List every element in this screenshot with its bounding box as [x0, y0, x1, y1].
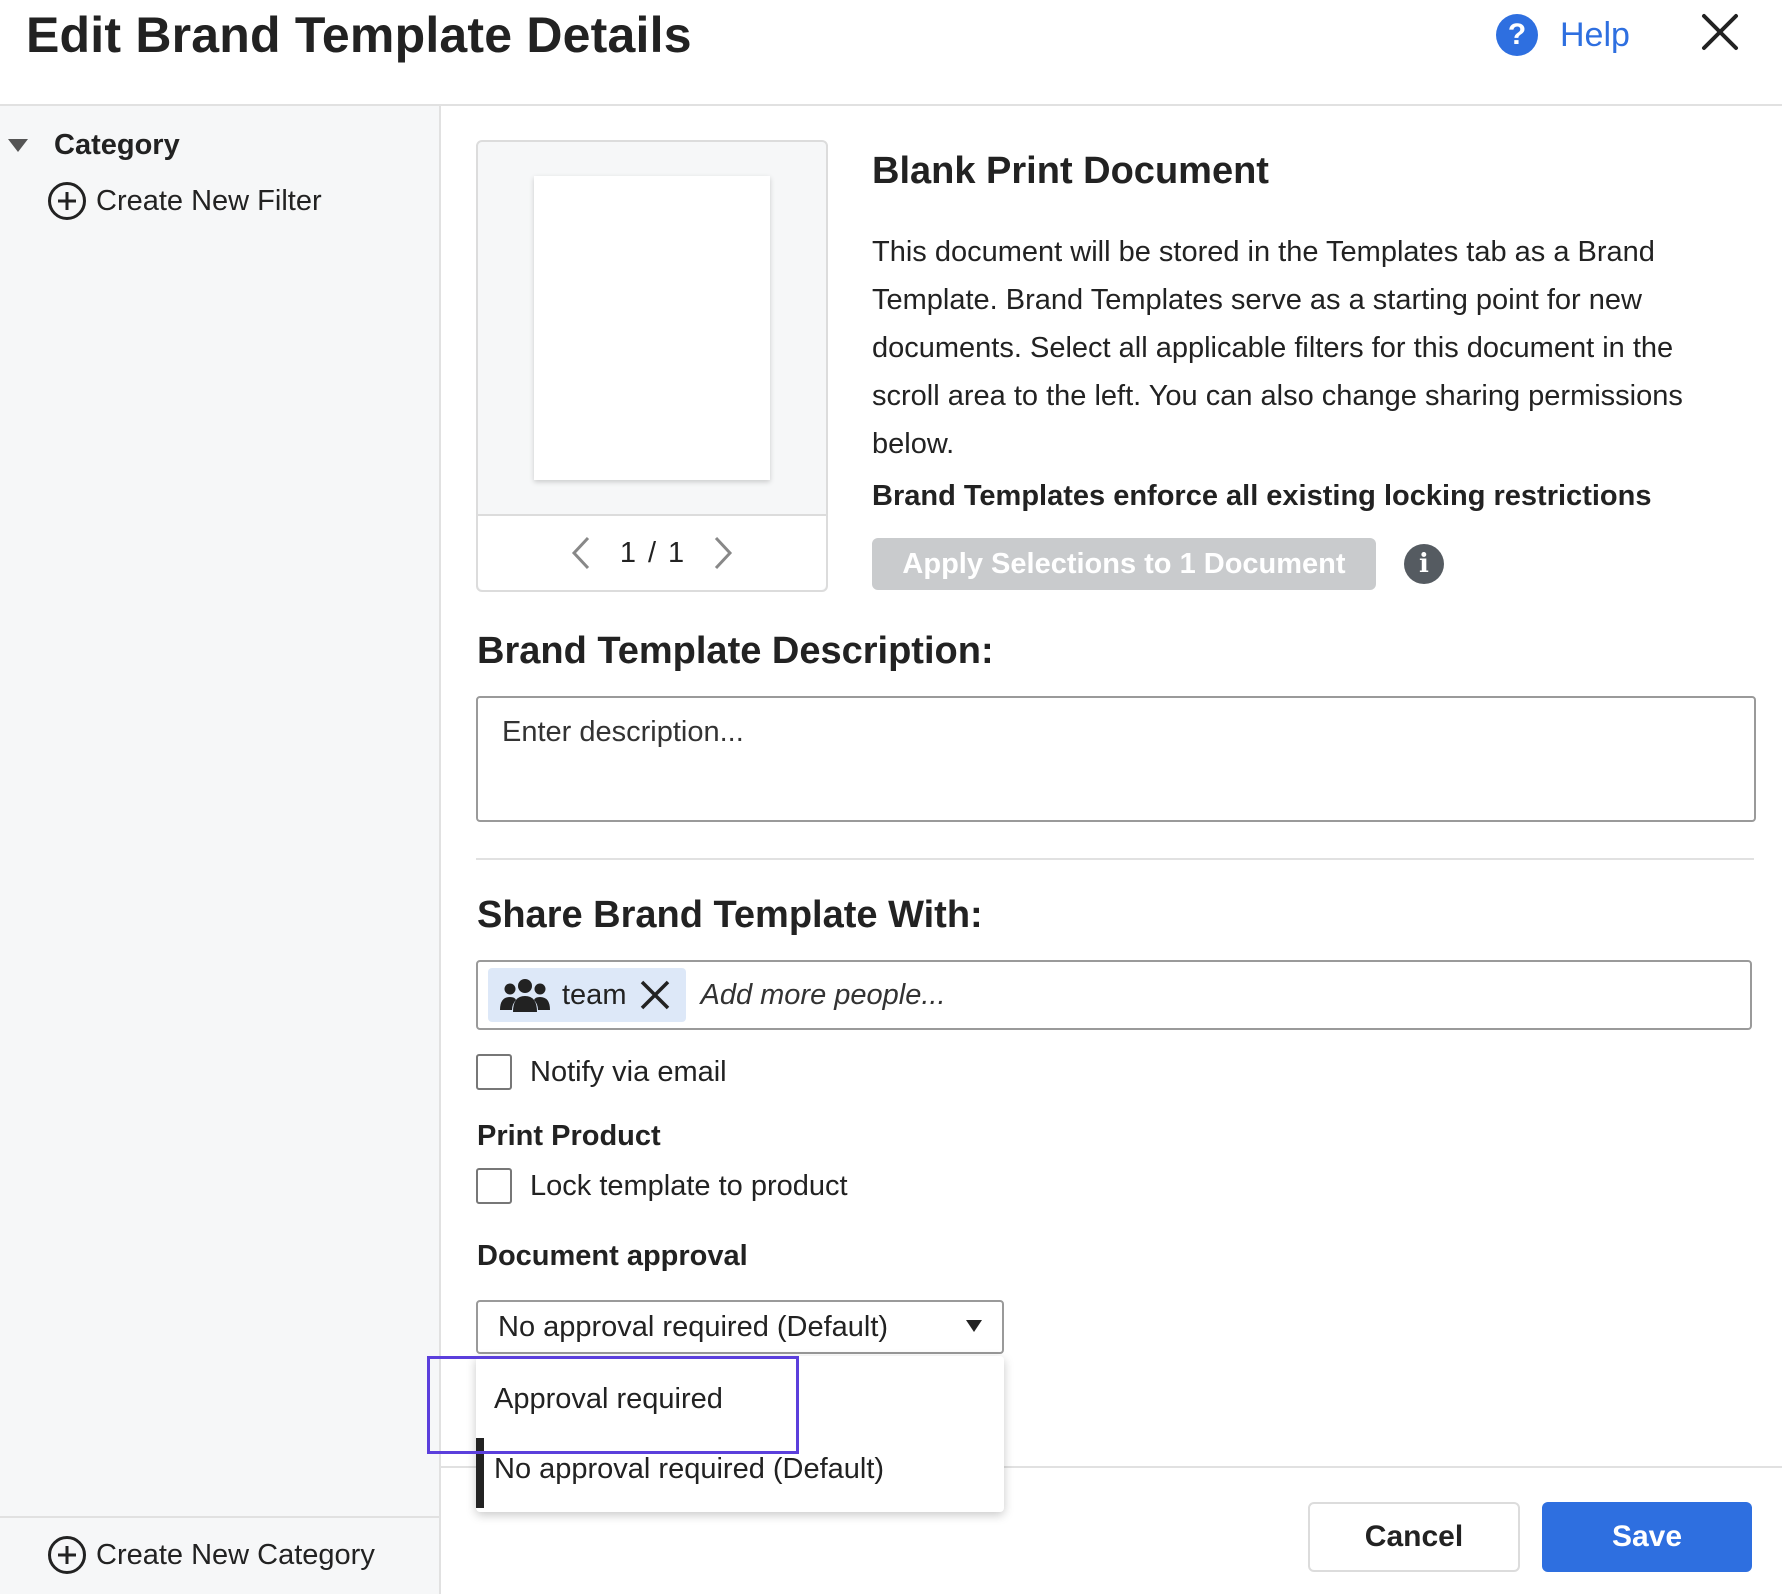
page-navigator: 1 / 1	[478, 514, 826, 590]
close-icon[interactable]	[1700, 10, 1740, 54]
checkbox-box[interactable]	[476, 1168, 512, 1204]
caret-down-icon	[8, 138, 28, 152]
document-approval-heading: Document approval	[477, 1240, 748, 1272]
plus-circle-icon	[48, 182, 86, 220]
document-preview: 1 / 1	[476, 140, 828, 592]
approval-selected-value: No approval required (Default)	[498, 1310, 889, 1343]
page-counter: 1 / 1	[620, 537, 684, 570]
section-divider	[476, 858, 1754, 860]
page-current: 1	[619, 536, 636, 569]
document-description: This document will be stored in the Temp…	[872, 236, 1683, 460]
locking-note: Brand Templates enforce all existing loc…	[872, 480, 1652, 512]
notify-email-label: Notify via email	[530, 1055, 727, 1088]
chevron-left-icon[interactable]	[570, 535, 592, 571]
option-approval-required[interactable]: Approval required	[476, 1364, 1004, 1434]
approval-select[interactable]: No approval required (Default)	[476, 1300, 1004, 1354]
dialog-header: Edit Brand Template Details ? Help	[0, 0, 1782, 106]
save-button[interactable]: Save	[1542, 1502, 1752, 1572]
description-textarea[interactable]: Enter description...	[476, 696, 1756, 822]
create-filter-label: Create New Filter	[96, 184, 322, 217]
cancel-button[interactable]: Cancel	[1308, 1502, 1520, 1572]
dialog-title: Edit Brand Template Details	[26, 7, 692, 63]
share-heading: Share Brand Template With:	[477, 894, 983, 936]
category-label: Category	[54, 128, 180, 161]
page-separator: /	[647, 536, 657, 569]
print-product-heading: Print Product	[477, 1120, 661, 1152]
caret-down-icon	[966, 1320, 982, 1332]
create-new-category-button[interactable]: Create New Category	[48, 1536, 375, 1574]
category-toggle[interactable]: Category	[8, 122, 180, 168]
share-chip-team: team	[488, 968, 687, 1022]
help-link[interactable]: ? Help	[1496, 12, 1630, 58]
lock-to-product-label: Lock template to product	[530, 1169, 848, 1202]
apply-selections-button[interactable]: Apply Selections to 1 Document	[872, 538, 1376, 590]
question-circle-icon: ?	[1496, 14, 1538, 56]
filter-sidebar: Category Create New Filter Create New Ca…	[0, 106, 441, 1594]
lock-to-product-checkbox[interactable]: Lock template to product	[476, 1168, 848, 1204]
create-new-filter-button[interactable]: Create New Filter	[48, 182, 322, 220]
share-people-input[interactable]: team Add more people...	[476, 960, 1752, 1030]
remove-chip-icon[interactable]	[638, 978, 672, 1012]
approval-dropdown-menu: Approval required No approval required (…	[476, 1356, 1004, 1512]
plus-circle-icon	[48, 1536, 86, 1574]
sidebar-footer: Create New Category	[0, 1516, 439, 1594]
edit-brand-template-dialog: Edit Brand Template Details ? Help Categ…	[0, 0, 1782, 1594]
notify-email-checkbox[interactable]: Notify via email	[476, 1054, 727, 1090]
option-no-approval-required[interactable]: No approval required (Default)	[476, 1434, 1004, 1508]
document-title: Blank Print Document	[872, 150, 1269, 192]
people-icon	[500, 979, 550, 1012]
create-category-label: Create New Category	[96, 1538, 375, 1571]
checkbox-box[interactable]	[476, 1054, 512, 1090]
page-total: 1	[668, 536, 685, 569]
chevron-right-icon[interactable]	[712, 535, 734, 571]
share-chip-label: team	[562, 978, 627, 1011]
help-label: Help	[1560, 15, 1630, 54]
info-icon[interactable]: i	[1404, 544, 1444, 584]
page-thumbnail	[534, 176, 770, 480]
description-heading: Brand Template Description:	[477, 630, 994, 672]
share-placeholder: Add more people...	[700, 978, 946, 1011]
